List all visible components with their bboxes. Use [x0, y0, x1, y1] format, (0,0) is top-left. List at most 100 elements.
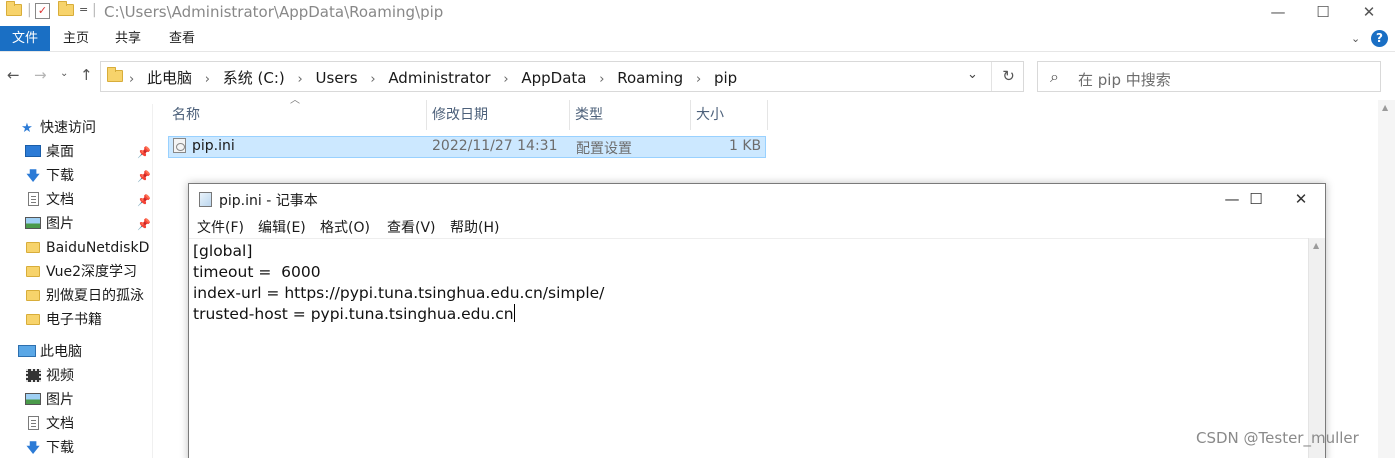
folder-icon: [24, 285, 42, 309]
address-bar[interactable]: › 此电脑 › 系统 (C:) › Users › Administrator …: [100, 61, 1024, 92]
search-input[interactable]: ⌕ 在 pip 中搜索: [1037, 61, 1381, 92]
nav-item-desktop[interactable]: 桌面: [24, 140, 74, 164]
help-icon[interactable]: ?: [1371, 30, 1388, 47]
column-header-name[interactable]: 名称: [168, 100, 427, 130]
computer-icon: [18, 341, 36, 365]
address-history-chevron-icon[interactable]: ⌄: [967, 67, 978, 82]
breadcrumb-pip[interactable]: pip: [714, 69, 737, 87]
text-line-with-caret: trusted-host = pypi.tuna.tsinghua.edu.cn: [193, 304, 515, 325]
nav-label: 图片: [46, 216, 74, 232]
breadcrumb-roaming[interactable]: Roaming: [617, 69, 683, 87]
nav-label: 桌面: [46, 144, 74, 160]
breadcrumb-administrator[interactable]: Administrator: [388, 69, 490, 87]
breadcrumb-separator: ›: [204, 72, 210, 87]
recent-locations-chevron-icon[interactable]: ⌄: [60, 68, 68, 79]
breadcrumb-system-c[interactable]: 系统 (C:): [223, 69, 285, 87]
breadcrumb-separator: ›: [503, 72, 509, 87]
properties-icon[interactable]: ✓: [35, 3, 50, 19]
nav-item-summer[interactable]: 别做夏日的孤泳: [24, 284, 144, 308]
breadcrumb-appdata[interactable]: AppData: [521, 69, 586, 87]
close-button[interactable]: ✕: [1346, 0, 1392, 26]
tab-file[interactable]: 文件: [0, 26, 50, 51]
nav-label: 图片: [46, 392, 74, 408]
nav-label: 电子书籍: [46, 312, 102, 328]
document-icon: [24, 189, 42, 213]
breadcrumb-separator: ›: [297, 72, 303, 87]
notepad-title-bar[interactable]: pip.ini - 记事本 — ☐ ✕: [189, 184, 1325, 214]
pin-icon[interactable]: 📌: [137, 194, 151, 207]
text-line: trusted-host = pypi.tuna.tsinghua.edu.cn: [193, 305, 514, 323]
expand-ribbon-icon[interactable]: ⌄: [1351, 32, 1360, 45]
minimize-button[interactable]: —: [1255, 0, 1301, 26]
text-line: index-url = https://pypi.tuna.tsinghua.e…: [193, 284, 605, 302]
menu-view[interactable]: 查看(V): [387, 217, 436, 237]
nav-item-pictures[interactable]: 图片: [24, 212, 74, 236]
nav-item-vue2[interactable]: Vue2深度学习: [24, 260, 137, 284]
nav-item-pc-documents[interactable]: 文档: [24, 412, 74, 436]
pin-icon[interactable]: 📌: [137, 218, 151, 231]
address-row: ← → ⌄ ↑ › 此电脑 › 系统 (C:) › Users › Admini…: [0, 58, 1395, 94]
column-header-type[interactable]: 类型: [571, 100, 691, 130]
notepad-menu-bar: 文件(F) 编辑(E) 格式(O) 查看(V) 帮助(H): [189, 214, 1325, 238]
window-title: C:\Users\Administrator\AppData\Roaming\p…: [104, 3, 444, 21]
star-icon: ★: [21, 121, 33, 136]
maximize-button[interactable]: ☐: [1300, 0, 1346, 26]
menu-format[interactable]: 格式(O): [320, 217, 370, 237]
menu-file[interactable]: 文件(F): [197, 217, 244, 237]
tab-share[interactable]: 共享: [108, 26, 148, 51]
video-icon: [24, 365, 42, 389]
search-icon: ⌕: [1050, 67, 1059, 86]
explorer-vertical-scrollbar[interactable]: ▲: [1378, 100, 1395, 458]
nav-item-pc-downloads[interactable]: 🡇 下载: [24, 436, 74, 458]
back-arrow-icon[interactable]: ←: [7, 66, 20, 84]
forward-arrow-icon[interactable]: →: [34, 66, 47, 84]
notepad-window: pip.ini - 记事本 — ☐ ✕ 文件(F) 编辑(E) 格式(O) 查看…: [188, 183, 1326, 458]
scroll-up-icon[interactable]: ▲: [1382, 103, 1388, 112]
table-row[interactable]: pip.ini 2022/11/27 14:31 配置设置 1 KB: [168, 136, 766, 158]
notepad-close-button[interactable]: ✕: [1278, 184, 1324, 214]
breadcrumb-separator: ›: [599, 72, 605, 87]
settings-file-icon: [173, 138, 186, 153]
tab-home[interactable]: 主页: [56, 26, 96, 51]
tab-view[interactable]: 查看: [162, 26, 202, 51]
notepad-title: pip.ini - 记事本: [219, 193, 318, 209]
menu-edit[interactable]: 编辑(E): [258, 217, 306, 237]
nav-item-ebooks[interactable]: 电子书籍: [24, 308, 102, 332]
scroll-up-icon[interactable]: ▲: [1313, 241, 1319, 250]
nav-label: Vue2深度学习: [46, 264, 138, 280]
nav-item-documents[interactable]: 文档: [24, 188, 74, 212]
explorer-title-bar: | ✓ = | C:\Users\Administrator\AppData\R…: [0, 0, 1395, 26]
nav-quick-access[interactable]: ★ 快速访问: [18, 116, 96, 140]
nav-this-pc[interactable]: 此电脑: [18, 340, 82, 364]
breadcrumb-separator: ›: [370, 72, 376, 87]
folder-icon: [6, 1, 22, 20]
separator: |: [27, 2, 32, 18]
up-arrow-icon[interactable]: ↑: [80, 66, 93, 84]
pin-icon[interactable]: 📌: [137, 170, 151, 183]
column-header-size[interactable]: 大小: [692, 100, 768, 130]
picture-icon: [24, 213, 42, 237]
breadcrumb-this-pc[interactable]: 此电脑: [147, 69, 192, 87]
nav-item-pc-pictures[interactable]: 图片: [24, 388, 74, 412]
customize-quick-access-icon[interactable]: =: [79, 3, 88, 19]
new-folder-icon[interactable]: [58, 1, 74, 20]
folder-icon: [107, 67, 123, 86]
file-name: pip.ini: [192, 138, 235, 154]
notepad-vertical-scrollbar[interactable]: ▲: [1308, 238, 1325, 458]
notepad-maximize-button[interactable]: ☐: [1233, 184, 1279, 214]
text-line: timeout = 6000: [193, 263, 321, 281]
breadcrumb-users[interactable]: Users: [316, 69, 358, 87]
nav-item-baidunetdisk[interactable]: BaiduNetdiskD: [24, 236, 149, 260]
nav-item-videos[interactable]: 视频: [24, 364, 74, 388]
screen: | ✓ = | C:\Users\Administrator\AppData\R…: [0, 0, 1395, 458]
file-modified: 2022/11/27 14:31: [432, 138, 558, 154]
menu-help[interactable]: 帮助(H): [450, 217, 499, 237]
pin-icon[interactable]: 📌: [137, 146, 151, 159]
column-header-modified[interactable]: 修改日期: [428, 100, 570, 130]
notepad-text-area[interactable]: [global] timeout = 6000 index-url = http…: [189, 238, 1308, 458]
ribbon: 文件 主页 共享 查看 ⌄ ?: [0, 26, 1395, 52]
nav-label: 别做夏日的孤泳: [46, 288, 144, 304]
folder-icon: [24, 309, 42, 333]
nav-item-downloads[interactable]: 🡇 下载: [24, 164, 74, 188]
refresh-icon[interactable]: ↻: [991, 62, 1025, 91]
